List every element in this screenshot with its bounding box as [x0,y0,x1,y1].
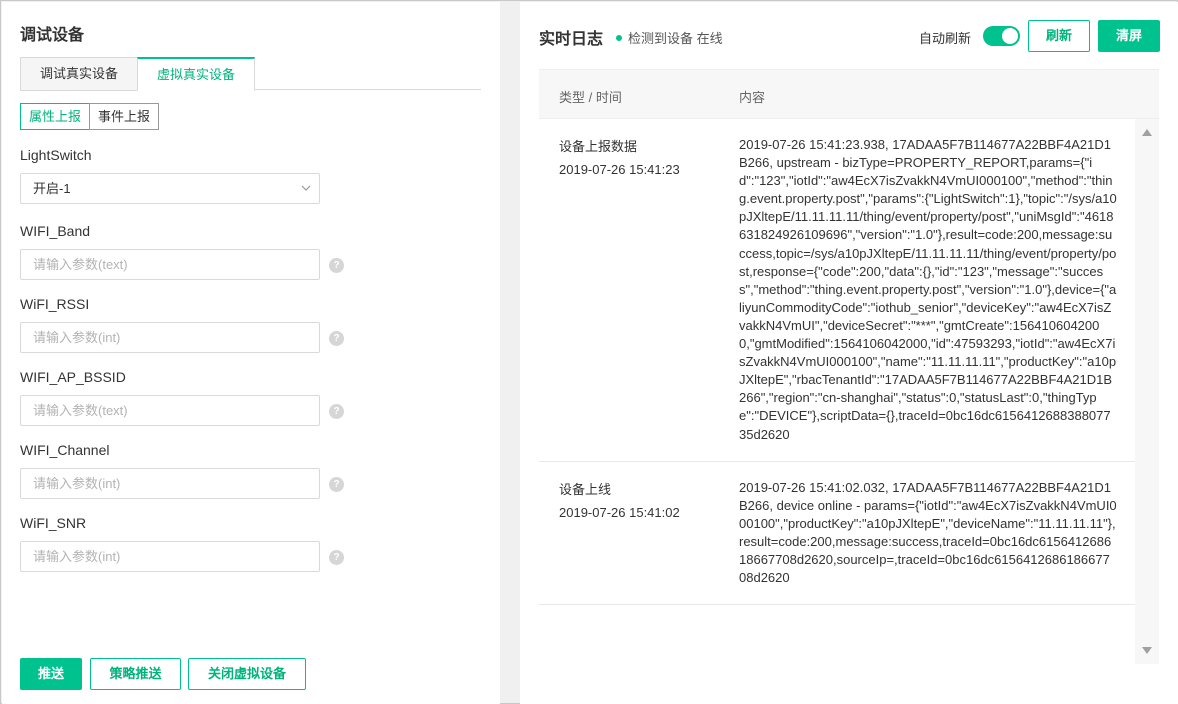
field-label-wifi-rssi: WiFI_RSSI [20,296,90,312]
lightswitch-select[interactable]: 开启-1 [20,173,320,204]
log-scrollbar[interactable] [1135,119,1159,664]
question-circle-icon[interactable]: ? [329,331,344,346]
auto-refresh-label: 自动刷新 [919,31,972,46]
question-circle-icon[interactable]: ? [329,477,344,492]
push-button[interactable]: 推送 [20,658,82,690]
toggle-knob [1002,28,1018,44]
question-circle-icon[interactable]: ? [329,550,344,565]
device-status-text: 检测到设备 在线 [628,31,723,46]
field-label-wifi-channel: WIFI_Channel [20,442,110,458]
log-row: 设备上报数据 2019-07-26 15:41:23 2019-07-26 15… [539,119,1135,462]
wifi-snr-input[interactable] [20,541,320,572]
device-status: 检测到设备 在线 [616,28,723,47]
wifi-channel-input[interactable] [20,468,320,499]
log-content: 2019-07-26 15:41:23.938, 17ADAA5F7B11467… [739,137,1117,442]
question-circle-icon[interactable]: ? [329,404,344,419]
log-time: 2019-07-26 15:41:23 [559,162,680,177]
column-header-content: 内容 [739,90,766,105]
log-type: 设备上线 [559,481,612,497]
column-header-type-time: 类型 / 时间 [559,90,622,105]
log-title: 实时日志 [539,31,604,48]
report-type-switch: 属性上报 事件上报 [20,103,160,130]
close-virtual-device-button[interactable]: 关闭虚拟设备 [188,658,306,690]
field-label-wifi-snr: WiFI_SNR [20,515,87,531]
debug-device-panel: 调试设备 调试真实设备 虚拟真实设备 属性上报 事件上报 LightSwitch… [2,2,500,704]
chevron-down-icon [301,185,311,191]
scroll-up-arrow-icon[interactable] [1142,129,1152,136]
online-dot-icon [616,34,622,41]
tab-debug-real-device[interactable]: 调试真实设备 [20,57,138,91]
log-list: 设备上报数据 2019-07-26 15:41:23 2019-07-26 15… [539,119,1135,664]
field-label-lightswitch: LightSwitch [20,147,92,163]
debug-window: 调试设备 调试真实设备 虚拟真实设备 属性上报 事件上报 LightSwitch… [0,0,1178,704]
log-type: 设备上报数据 [559,139,638,154]
tab-virtual-real-device[interactable]: 虚拟真实设备 [137,57,255,91]
log-content: 2019-07-26 15:41:02.032, 17ADAA5F7B11467… [739,479,1117,586]
field-label-wifi-band: WIFI_Band [20,223,91,239]
event-report-button[interactable]: 事件上报 [89,103,160,130]
field-label-wifi-ap-bssid: WIFI_AP_BSSID [20,369,126,385]
refresh-button[interactable]: 刷新 [1028,20,1090,52]
lightswitch-select-value: 开启-1 [33,181,71,196]
log-row: 设备上线 2019-07-26 15:41:02 2019-07-26 15:4… [539,462,1135,606]
property-report-button[interactable]: 属性上报 [20,103,91,130]
scroll-down-arrow-icon[interactable] [1142,647,1152,654]
wifi-ap-bssid-input[interactable] [20,395,320,426]
wifi-band-input[interactable] [20,249,320,280]
log-table-header: 类型 / 时间 内容 [539,69,1159,119]
clear-button[interactable]: 清屏 [1098,20,1160,52]
panel-title: 调试设备 [20,27,85,44]
wifi-rssi-input[interactable] [20,322,320,353]
auto-refresh-toggle[interactable] [983,26,1020,46]
log-time: 2019-07-26 15:41:02 [559,504,680,520]
device-tabs: 调试真实设备 虚拟真实设备 [20,57,481,91]
question-circle-icon[interactable]: ? [329,258,344,273]
strategy-push-button[interactable]: 策略推送 [90,658,181,690]
realtime-log-panel: 实时日志 检测到设备 在线 自动刷新 刷新 清屏 类型 / 时间 内容 设备上报… [520,2,1178,704]
